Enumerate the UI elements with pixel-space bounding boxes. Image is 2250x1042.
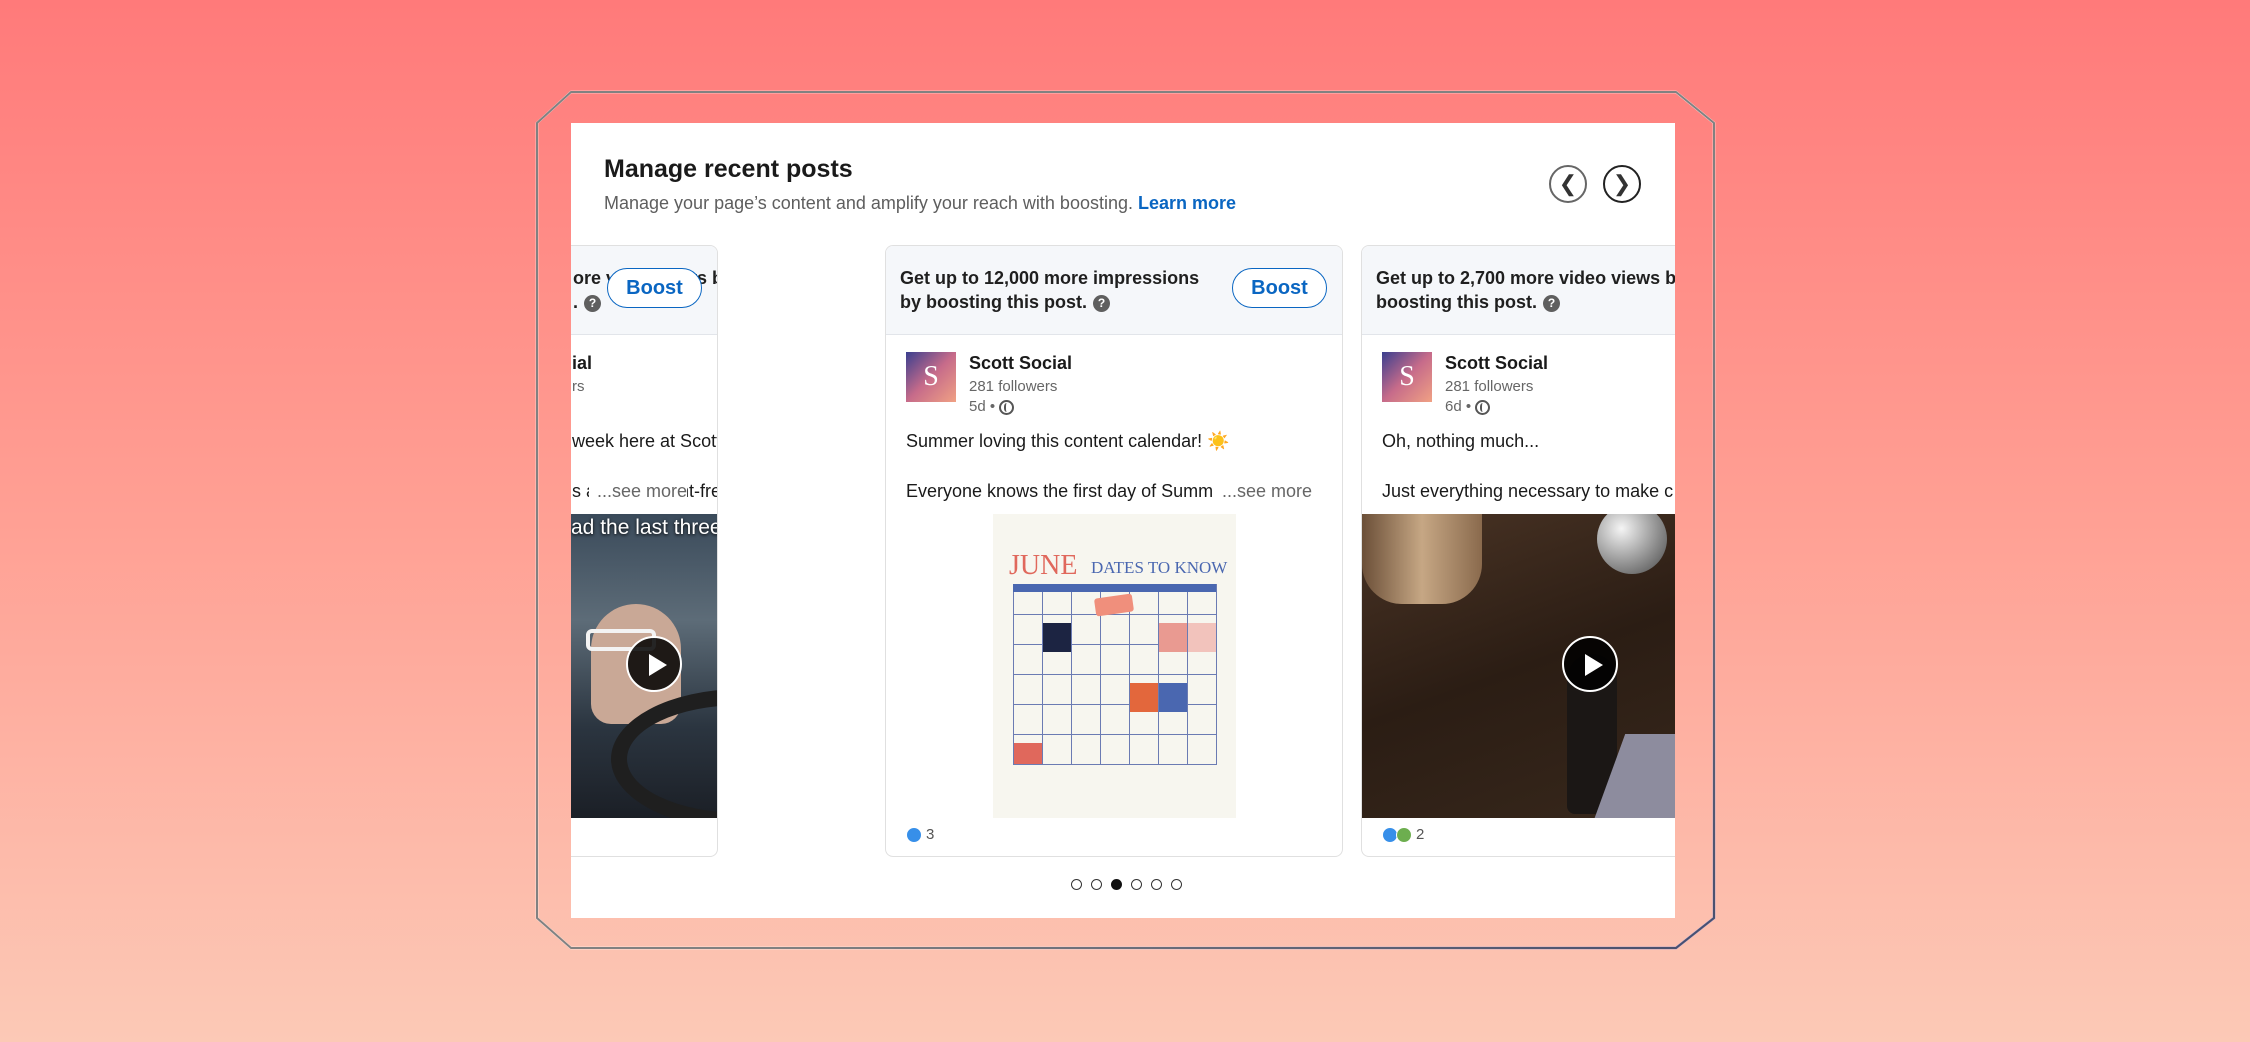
post-text-line: week here at Scott Social! ✨: [572, 431, 718, 451]
author-name[interactable]: Scott Social: [1445, 353, 1548, 374]
avatar[interactable]: S: [1382, 352, 1432, 402]
pagination-dot[interactable]: [1091, 879, 1102, 890]
play-icon[interactable]: [1562, 636, 1618, 692]
boost-button[interactable]: Boost: [1232, 268, 1327, 308]
post-text-line: Just everything necessary to make c: [1382, 481, 1674, 501]
page-title: Manage recent posts: [604, 155, 853, 183]
post-age: 6d •: [1445, 398, 1472, 415]
author-name[interactable]: Scott Social: [969, 353, 1072, 374]
manage-recent-posts-panel: Manage recent posts Manage your page’s c…: [571, 123, 1675, 918]
pagination-dot[interactable]: [1071, 879, 1082, 890]
pagination-dot[interactable]: [1111, 879, 1122, 890]
globe-icon: [1475, 399, 1491, 415]
video-disco-ball: [1597, 514, 1667, 574]
promo-line2: by boosting this post.: [900, 292, 1087, 312]
calendar-cell-highlight: [1188, 623, 1216, 652]
calendar-heading: DATES TO KNOW: [1091, 558, 1228, 577]
calendar-month: JUNE: [1009, 550, 1078, 581]
reaction-count[interactable]: 2: [1382, 826, 1424, 843]
help-icon[interactable]: ?: [1093, 294, 1110, 312]
calendar-image: JUNE DATES TO KNOW: [993, 514, 1236, 818]
boost-banner: Get up to 2,700 more video views b boost…: [1362, 246, 1675, 335]
post-card[interactable]: Get up to 12,000 more impressions by boo…: [885, 245, 1343, 857]
calendar-sticker: [1093, 593, 1135, 617]
boost-promo-text: Get up to 12,000 more impressions by boo…: [900, 266, 1230, 314]
subtitle-text: Manage your page’s content and amplify y…: [604, 193, 1133, 213]
play-icon[interactable]: [626, 636, 682, 692]
follower-count: rs: [572, 378, 585, 395]
post-video[interactable]: ad the last three days?: [571, 514, 717, 818]
globe-icon: [999, 399, 1015, 415]
post-meta: 6d •: [1445, 398, 1491, 415]
boost-promo-text: Get up to 2,700 more video views b boost…: [1376, 266, 1675, 314]
post-video[interactable]: [1362, 514, 1675, 818]
reaction-number: 2: [1416, 826, 1425, 843]
celebrate-icon: [1396, 826, 1412, 843]
chevron-right-icon: ❯: [1612, 171, 1632, 196]
help-icon[interactable]: ?: [1542, 294, 1560, 312]
see-more-link[interactable]: ...see more: [588, 481, 687, 502]
promo-line1: Get up to 12,000 more impressions: [900, 268, 1200, 288]
post-text-line: Summer loving this content calendar! ☀️: [906, 431, 1230, 451]
promo-line2: .: [573, 292, 579, 312]
video-vase: [1362, 514, 1482, 604]
reaction-count[interactable]: 3: [906, 826, 934, 843]
chevron-left-icon: ❮: [1558, 171, 1578, 196]
like-icon: [906, 826, 922, 843]
calendar-header-row: [1013, 584, 1216, 592]
post-image[interactable]: JUNE DATES TO KNOW: [886, 514, 1342, 818]
calendar-cell-highlight: [1130, 683, 1158, 712]
pagination-dot[interactable]: [1151, 879, 1162, 890]
promo-line1: Get up to 2,700 more video views b: [1376, 268, 1675, 288]
pagination-dot[interactable]: [1171, 879, 1182, 890]
post-text-line: Everyone knows the first day of Summ: [906, 481, 1214, 501]
calendar-cell-highlight: [1043, 623, 1071, 652]
author-name[interactable]: ial: [572, 353, 592, 374]
carousel-prev-button[interactable]: ❮: [1549, 165, 1587, 203]
post-meta: 5d •: [969, 398, 1015, 415]
promo-line2: boosting this post.: [1376, 292, 1537, 312]
post-age: 5d •: [969, 398, 996, 415]
carousel-next-button[interactable]: ❯: [1603, 165, 1641, 203]
calendar-cell-highlight: [1159, 683, 1187, 712]
pagination-dot[interactable]: [1131, 879, 1142, 890]
boost-button[interactable]: Boost: [607, 268, 702, 308]
learn-more-link[interactable]: Learn more: [1138, 193, 1236, 213]
boost-banner: Get up to 12,000 more impressions by boo…: [886, 246, 1342, 335]
follower-count: 281 followers: [969, 378, 1058, 395]
reaction-number: 3: [926, 826, 935, 843]
calendar-cell-highlight: [1159, 623, 1187, 652]
boost-banner: ore video views by .? Boost: [571, 246, 717, 335]
see-more-link[interactable]: ...see more: [1213, 481, 1312, 502]
video-caption: ad the last three days?: [571, 516, 717, 539]
calendar-cell-highlight: [1014, 743, 1042, 764]
calendar-grid: [1013, 584, 1217, 765]
avatar[interactable]: S: [906, 352, 956, 402]
follower-count: 281 followers: [1445, 378, 1534, 395]
post-card[interactable]: ore video views by .? Boost ial rs week …: [571, 245, 718, 857]
post-text-line: Oh, nothing much...: [1382, 431, 1540, 451]
help-icon[interactable]: ?: [584, 294, 602, 312]
post-card[interactable]: Get up to 2,700 more video views b boost…: [1361, 245, 1675, 857]
carousel-pagination: [1071, 879, 1182, 890]
page-subtitle: Manage your page’s content and amplify y…: [604, 193, 1236, 214]
